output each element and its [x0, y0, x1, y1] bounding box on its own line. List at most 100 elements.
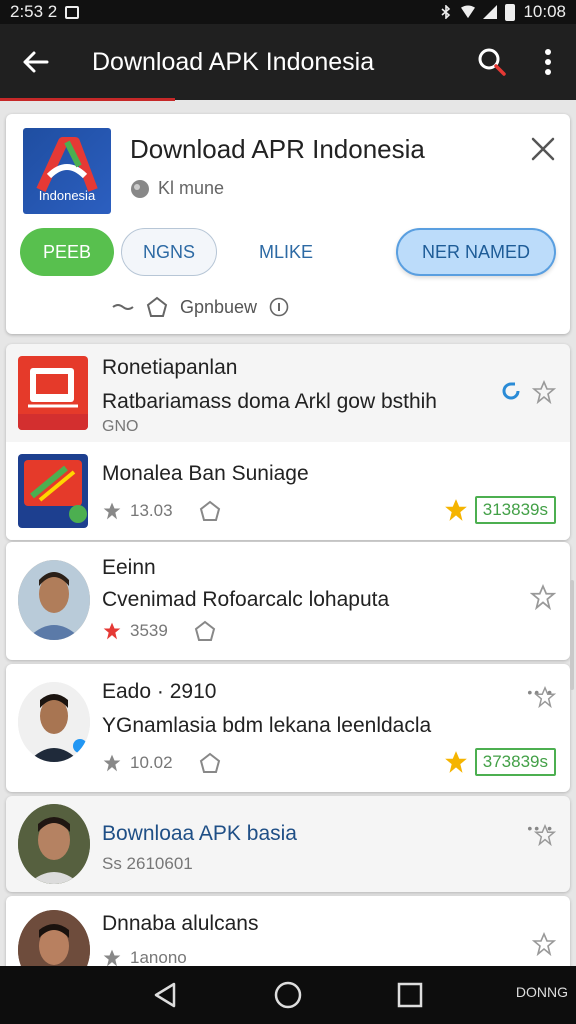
wifi-icon [461, 5, 476, 19]
app-header-card: Indonesia Download APR Indonesia Kl mune… [6, 114, 570, 334]
nav-recents-icon[interactable] [395, 980, 425, 1010]
star-filled-icon [444, 499, 467, 521]
system-nav-bar: DONNG [0, 966, 576, 1024]
person-card[interactable]: Dnnaba alulcans 1anono [6, 896, 570, 966]
pentagon-icon [199, 752, 220, 773]
list-item[interactable]: Ronetiapanlan Ratbariamass doma Arkl gow… [6, 344, 570, 442]
person-meta: 3539 [102, 620, 216, 642]
globe-icon [131, 179, 149, 198]
list-item[interactable]: Dnnaba alulcans 1anono [6, 896, 570, 966]
star-icon [103, 949, 121, 966]
person-rating: 10.02 [130, 753, 173, 772]
person-name: Bownloaa APK basia [102, 822, 297, 845]
chip-filter-2[interactable]: NGNS [121, 228, 217, 276]
status-time: 10:08 [523, 2, 566, 21]
rating-tag[interactable]: 373839s [443, 748, 556, 776]
person-name: Eado · 2910 [102, 680, 217, 703]
dash-icon [112, 304, 134, 310]
search-button[interactable] [464, 24, 520, 100]
app-subtitle: Kl mune [130, 178, 224, 199]
app-thumbnail [18, 454, 88, 528]
nav-home-icon[interactable] [273, 980, 303, 1010]
header-footer[interactable]: Gpnbuew [112, 296, 289, 318]
nav-back-icon[interactable] [150, 980, 180, 1010]
battery-icon [505, 3, 516, 21]
list-item[interactable]: Eado · 2910 YGnamlasia bdm lekana leenld… [6, 664, 570, 792]
refresh-icon[interactable] [500, 380, 522, 402]
list-item[interactable]: Monalea Ban Suniage 13.03 313839s [6, 442, 570, 540]
chip-filter-1[interactable]: PEEB [20, 228, 114, 276]
star-outline-icon[interactable] [534, 686, 556, 708]
more-vert-icon [545, 49, 551, 75]
avatar [18, 804, 90, 884]
app-logo: Indonesia [23, 128, 111, 214]
person-meta: 10.02 [102, 752, 221, 774]
star-icon [103, 754, 121, 772]
pentagon-icon [199, 500, 220, 521]
app-logo-text: Indonesia [38, 188, 96, 203]
app-rating: 13.03 [130, 501, 173, 520]
close-icon[interactable] [528, 134, 558, 164]
person-card[interactable]: Bownloaa APK basia Ss 2610601 •• • [6, 796, 570, 892]
content-area[interactable]: Indonesia Download APR Indonesia Kl mune… [0, 100, 576, 966]
pentagon-icon [146, 296, 168, 317]
app-thumbnail-graphic [18, 368, 88, 430]
app-name: Ronetiapanlan [102, 356, 238, 379]
signal-icon [483, 5, 498, 19]
avatar [18, 560, 90, 640]
person-meta: Ss 2610601 [102, 854, 193, 873]
app-thumbnail [18, 356, 88, 430]
rating-tag[interactable]: 313839s [443, 496, 556, 524]
info-icon [269, 297, 289, 317]
chip-filter-4[interactable]: NER NAMED [396, 228, 556, 276]
app-extra: GNO [102, 418, 139, 435]
app-name: Monalea Ban Suniage [102, 462, 309, 485]
status-bar: 2:53 2 10:08 [0, 0, 576, 24]
avatar-graphic [18, 682, 90, 762]
back-button[interactable] [0, 24, 70, 100]
search-icon [478, 48, 506, 76]
person-description: Cvenimad Rofoarcalc lohaputa [102, 588, 390, 611]
list-item[interactable]: Eeinn Cvenimad Rofoarcalc lohaputa 3539 [6, 542, 570, 660]
star-outline-icon[interactable] [532, 380, 556, 404]
person-description: YGnamlasia bdm lekana leenldacla [102, 714, 432, 737]
app-bar-title: Download APK Indonesia [92, 47, 375, 76]
avatar-graphic [18, 560, 90, 640]
bluetooth-icon [441, 5, 451, 19]
app-bar: Download APK Indonesia [0, 24, 576, 100]
status-time-left: 2:53 2 [10, 2, 58, 21]
overflow-menu-button[interactable] [520, 24, 576, 100]
rating-tag-value: 313839s [474, 496, 556, 524]
person-card[interactable]: Eeinn Cvenimad Rofoarcalc lohaputa 3539 [6, 542, 570, 660]
header-footer-text: Gpnbuew [180, 296, 258, 317]
list-item[interactable]: Bownloaa APK basia Ss 2610601 •• • [6, 796, 570, 892]
nav-menu-label[interactable]: DONNG [516, 984, 568, 1000]
star-icon [103, 502, 121, 520]
app-title: Download APR Indonesia [130, 134, 425, 164]
arrow-back-icon [23, 51, 49, 73]
person-meta-text: 1anono [130, 948, 187, 966]
person-name: Dnnaba alulcans [102, 912, 259, 935]
app-subtitle-text: Kl mune [158, 178, 225, 198]
person-card[interactable]: Eado · 2910 YGnamlasia bdm lekana leenld… [6, 664, 570, 792]
scrollbar-thumb[interactable] [570, 580, 574, 690]
pentagon-icon [194, 620, 215, 641]
chip-filter-3[interactable]: MLIKE [236, 228, 336, 276]
avatar-graphic [18, 804, 90, 884]
notification-icon [65, 5, 80, 19]
app-thumbnail-graphic [24, 460, 87, 523]
avatar [18, 682, 90, 762]
star-outline-icon[interactable] [530, 584, 556, 610]
app-description: Ratbariamass doma Arkl gow bsthih [102, 390, 437, 413]
star-outline-icon[interactable] [534, 824, 556, 846]
star-outline-icon[interactable] [532, 932, 556, 956]
app-list-group-1: Ronetiapanlan Ratbariamass doma Arkl gow… [6, 344, 570, 540]
person-name: Eeinn [102, 556, 156, 579]
rating-tag-value: 373839s [474, 748, 556, 776]
person-rating: 3539 [130, 621, 168, 640]
star-filled-icon [444, 751, 467, 773]
avatar-graphic [18, 910, 90, 966]
person-meta: 1anono [102, 948, 187, 966]
star-red-icon [103, 622, 121, 640]
avatar [18, 910, 90, 966]
